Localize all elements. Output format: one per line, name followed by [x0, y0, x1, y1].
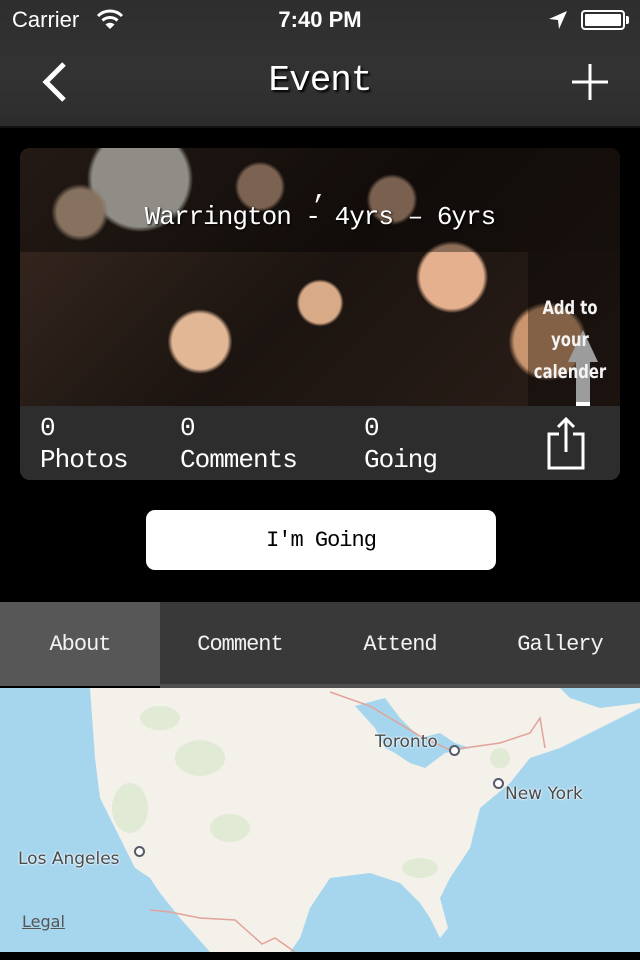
im-going-button[interactable]: I'm Going: [146, 510, 496, 570]
plus-icon: [572, 64, 608, 100]
calendar-label-line1: Add to your: [542, 297, 598, 351]
legal-link[interactable]: Legal: [22, 912, 65, 931]
tab-gallery[interactable]: Gallery: [480, 602, 640, 686]
page-title: Event: [268, 60, 372, 101]
status-bar: Carrier 7:40 PM: [0, 0, 640, 40]
bottom-edge: [0, 952, 640, 960]
share-button[interactable]: [546, 416, 586, 470]
tab-attend[interactable]: Attend: [320, 602, 480, 686]
battery-tip: [626, 16, 629, 24]
map-label-los-angeles: Los Angeles: [18, 849, 120, 869]
clock: 7:40 PM: [278, 7, 362, 32]
add-button[interactable]: [570, 62, 610, 102]
comments-count: 0: [180, 413, 196, 443]
comments-label: Comments: [180, 445, 298, 475]
going-count: 0: [364, 413, 380, 443]
comments-stat[interactable]: 0 Comments: [180, 412, 298, 476]
map-pin-toronto[interactable]: [449, 745, 460, 756]
map-canvas: [90, 688, 640, 952]
location-arrow-icon: [549, 11, 567, 29]
going-label: Going: [364, 445, 438, 475]
battery-icon: [581, 10, 625, 30]
calendar-label-line2: calender: [533, 361, 607, 383]
event-title: Warrington - 4yrs – 6yrs: [144, 202, 496, 232]
battery-level: [585, 14, 621, 26]
share-icon: [547, 416, 585, 470]
tab-bar: About Comment Attend Gallery: [0, 602, 640, 686]
photos-stat[interactable]: 0 Photos: [40, 412, 129, 476]
tab-comment[interactable]: Comment: [160, 602, 320, 686]
event-map[interactable]: Toronto New York Los Angeles Legal: [0, 688, 640, 952]
event-card: , Warrington - 4yrs – 6yrs Add to your c…: [20, 148, 620, 480]
map-pin-new-york[interactable]: [493, 778, 504, 789]
add-to-calendar-label[interactable]: Add to your calender: [531, 292, 609, 388]
map-pin-los-angeles[interactable]: [134, 846, 145, 857]
navigation-bar: Carrier 7:40 PM Event: [0, 0, 640, 128]
going-stat[interactable]: 0 Going: [364, 412, 438, 476]
event-stats-bar: 0 Photos 0 Comments 0 Going: [20, 406, 620, 480]
photos-count: 0: [40, 413, 56, 443]
photos-label: Photos: [40, 445, 129, 475]
map-label-toronto: Toronto: [375, 732, 438, 752]
map-label-new-york: New York: [505, 784, 583, 804]
tab-about[interactable]: About: [0, 602, 160, 686]
